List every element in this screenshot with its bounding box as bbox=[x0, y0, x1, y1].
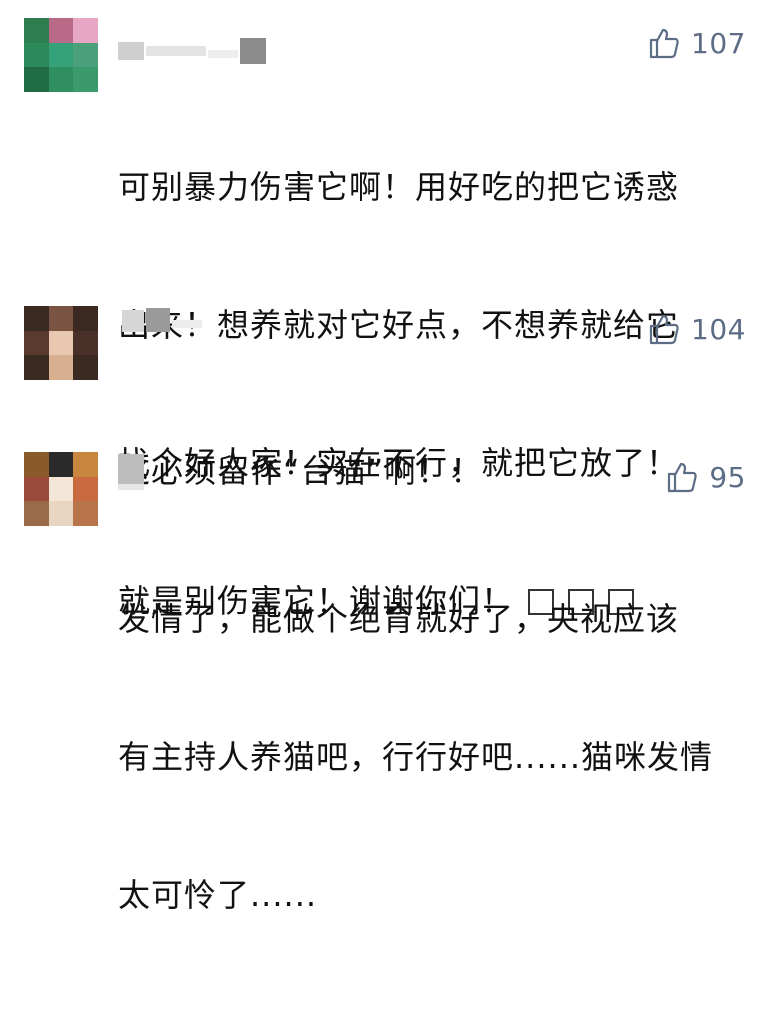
like-count: 95 bbox=[709, 460, 746, 494]
avatar-pixel bbox=[48, 42, 74, 68]
avatar[interactable] bbox=[24, 306, 98, 380]
avatar-pixel bbox=[48, 18, 74, 43]
thumbs-up-icon bbox=[649, 28, 679, 59]
avatar-pixel bbox=[24, 501, 49, 526]
avatar-pixel bbox=[48, 355, 74, 380]
avatar-pixel bbox=[48, 452, 74, 477]
avatar-pixel bbox=[48, 67, 74, 92]
avatar-pixel bbox=[48, 476, 74, 502]
avatar-pixel bbox=[24, 42, 49, 68]
comment-line: 这必须留作“台猫”啊！！ bbox=[118, 452, 484, 490]
avatar-pixel bbox=[24, 476, 49, 502]
like-button[interactable]: 107 bbox=[647, 26, 746, 60]
avatar-pixel bbox=[48, 501, 74, 526]
avatar[interactable] bbox=[24, 18, 98, 92]
avatar-pixel bbox=[48, 306, 74, 331]
comment-line: 有主持人养猫吧，行行好吧......猫咪发情 bbox=[118, 738, 714, 776]
avatar-pixel bbox=[24, 306, 49, 331]
comment-text: 发情了，能做个绝育就好了，央视应该 有主持人养猫吧，行行好吧......猫咪发情… bbox=[118, 504, 758, 1010]
avatar-pixel bbox=[73, 452, 98, 477]
thumbs-up-icon bbox=[668, 462, 698, 493]
avatar-pixel bbox=[73, 18, 98, 43]
avatar-pixel bbox=[73, 42, 98, 68]
like-count: 104 bbox=[691, 312, 746, 346]
thumbs-up-icon bbox=[649, 314, 679, 345]
comment-line: 可别暴力伤害它啊！用好吃的把它诱惑 bbox=[118, 168, 680, 206]
avatar-pixel bbox=[73, 330, 98, 356]
avatar-pixel bbox=[73, 476, 98, 502]
avatar-pixel bbox=[48, 330, 74, 356]
avatar-pixel bbox=[24, 67, 49, 92]
avatar[interactable] bbox=[24, 452, 98, 526]
avatar-pixel bbox=[24, 18, 49, 43]
like-count: 107 bbox=[691, 26, 746, 60]
avatar-pixel bbox=[24, 355, 49, 380]
like-button[interactable]: 104 bbox=[647, 312, 746, 346]
like-button[interactable]: 95 bbox=[665, 460, 746, 494]
avatar-pixel bbox=[24, 452, 49, 477]
avatar-pixel bbox=[24, 330, 49, 356]
comment-line: 太可怜了...... bbox=[118, 876, 318, 914]
comment-line: 发情了，能做个绝育就好了，央视应该 bbox=[118, 600, 680, 638]
avatar-pixel bbox=[73, 306, 98, 331]
avatar-pixel bbox=[73, 67, 98, 92]
avatar-pixel bbox=[73, 501, 98, 526]
avatar-pixel bbox=[73, 355, 98, 380]
